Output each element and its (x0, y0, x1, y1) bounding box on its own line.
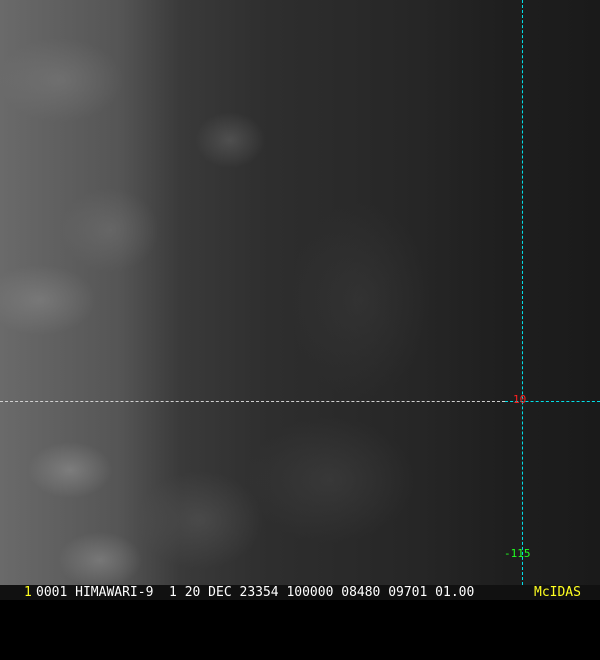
image-header-text: 0001 HIMAWARI-9 1 20 DEC 23354 100000 08… (36, 585, 475, 600)
longitude-gridline (522, 0, 523, 585)
frame-number: 1 (24, 585, 32, 600)
latitude-gridline (0, 401, 505, 402)
satellite-image-frame: 10 -115 1 0001 HIMAWARI-9 1 20 DEC 23354… (0, 0, 600, 600)
mcidas-brand: McIDAS (534, 585, 581, 600)
latitude-label: 10 (513, 393, 527, 406)
longitude-label: -115 (504, 547, 531, 560)
cloud-imagery (0, 0, 600, 585)
image-info-bar: 1 0001 HIMAWARI-9 1 20 DEC 23354 100000 … (0, 585, 600, 600)
